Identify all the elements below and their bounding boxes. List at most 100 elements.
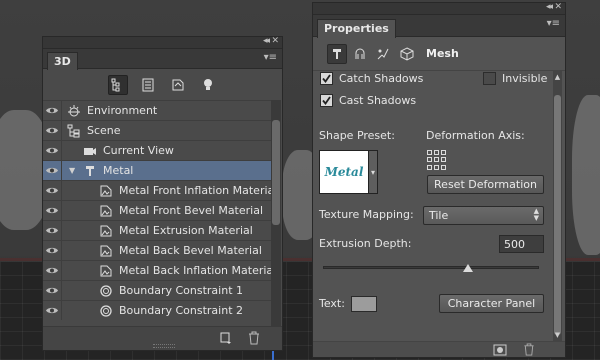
reset-deformation-button[interactable]: Reset Deformation	[427, 175, 544, 194]
tree-row-label: Metal Front Bevel Material	[119, 204, 264, 217]
material-icon	[99, 204, 113, 218]
visibility-eye-icon[interactable]	[43, 141, 62, 160]
material-icon	[99, 184, 113, 198]
panel-menu-icon[interactable]: ▾≡	[547, 18, 560, 29]
select-updown-icon: ▲ ▼	[533, 207, 539, 222]
shape-preset-preview-text: Metal	[324, 165, 364, 179]
trash-icon[interactable]	[523, 343, 535, 356]
resize-grip[interactable]	[153, 344, 175, 348]
scrollbar-thumb[interactable]	[554, 95, 561, 335]
deformation-axis-label: Deformation Axis:	[426, 129, 525, 142]
visibility-eye-icon[interactable]	[43, 221, 62, 240]
tree-row-label: Environment	[87, 104, 158, 117]
coordinates-tab-icon[interactable]	[397, 44, 417, 64]
expand-triangle-icon[interactable]: ▼	[69, 166, 79, 176]
tree-scrollbar[interactable]	[271, 100, 281, 328]
deform-tab-icon[interactable]	[350, 44, 370, 64]
cap-tab-icon[interactable]	[373, 44, 393, 64]
panel-footer	[313, 341, 565, 357]
deformation-axis-grid[interactable]	[427, 150, 447, 170]
shape-preset-dropdown-icon[interactable]: ▾	[368, 150, 378, 194]
tree-row[interactable]: Metal Extrusion Material	[43, 220, 272, 240]
visibility-eye-icon[interactable]	[43, 301, 62, 320]
section-title: Mesh	[426, 47, 459, 60]
tree-row-label: Boundary Constraint 1	[119, 284, 243, 297]
scrollbar-thumb[interactable]	[272, 120, 280, 225]
text-label: Text:	[319, 297, 345, 310]
tree-row[interactable]: Metal Back Inflation Material	[43, 260, 276, 280]
panel-collapse-bar[interactable]: ◂◂ ✕	[313, 2, 565, 15]
texture-mapping-value: Tile	[429, 209, 449, 222]
tree-row[interactable]: Boundary Constraint 1	[43, 280, 272, 300]
cast-shadows-label: Cast Shadows	[339, 94, 417, 107]
invisible-checkbox[interactable]	[483, 72, 496, 85]
panel-tab-bar: Properties ▾≡	[313, 15, 565, 38]
cast-shadows-checkbox[interactable]	[320, 94, 333, 107]
close-icon[interactable]: ✕	[554, 2, 562, 12]
scene-filter-icon[interactable]	[107, 75, 128, 95]
render-fragment-far	[572, 95, 600, 255]
tree-row[interactable]: Metal Front Bevel Material	[43, 200, 272, 220]
collapse-icon[interactable]: ◂◂	[546, 2, 553, 12]
visibility-eye-icon[interactable]	[43, 241, 62, 260]
visibility-eye-icon[interactable]	[43, 261, 62, 280]
tree-row[interactable]: Scene	[43, 120, 272, 140]
light-filter-icon[interactable]	[198, 75, 218, 95]
catch-shadows-checkbox[interactable]	[320, 72, 333, 85]
tree-row-label: Metal	[103, 164, 134, 177]
mask-icon[interactable]	[493, 344, 507, 356]
material-icon	[99, 264, 113, 278]
extrusion-depth-slider[interactable]	[323, 266, 539, 269]
close-icon[interactable]: ✕	[271, 36, 279, 46]
properties-panel: ◂◂ ✕ Properties ▾≡ Mesh Catch Shadows In…	[312, 2, 566, 358]
scroll-down-icon[interactable]: ▼	[553, 331, 562, 339]
tree-row[interactable]: Metal Front Inflation Material	[43, 180, 277, 200]
panel-collapse-bar[interactable]: ◂◂ ✕	[43, 36, 282, 49]
environment-icon	[67, 104, 81, 118]
visibility-eye-icon[interactable]	[43, 161, 62, 180]
visibility-eye-icon[interactable]	[43, 281, 62, 300]
extrusion-depth-label: Extrusion Depth:	[319, 237, 412, 250]
collapse-icon[interactable]: ◂◂	[263, 36, 270, 46]
visibility-eye-icon[interactable]	[43, 201, 62, 220]
mesh-filter-icon[interactable]	[138, 75, 158, 95]
material-filter-icon[interactable]	[168, 75, 188, 95]
catch-shadows-label: Catch Shadows	[339, 72, 424, 85]
add-new-icon[interactable]	[219, 331, 235, 345]
scroll-up-icon[interactable]: ▲	[553, 73, 562, 81]
visibility-eye-icon[interactable]	[43, 181, 62, 200]
text-color-swatch[interactable]	[351, 296, 377, 312]
visibility-eye-icon[interactable]	[43, 121, 62, 140]
character-panel-button[interactable]: Character Panel	[439, 294, 544, 313]
texture-mapping-select[interactable]: Tile ▲ ▼	[423, 206, 544, 225]
extrusion-depth-input[interactable]: 500	[499, 235, 544, 253]
3d-panel: ◂◂ ✕ 3D ▾≡ Environment Scene Current View ▼…	[42, 36, 283, 351]
tree-row[interactable]: Boundary Constraint 2	[43, 300, 272, 320]
tree-row-label: Boundary Constraint 2	[119, 304, 243, 317]
scene-tree: Environment Scene Current View ▼ Metal Metal …	[43, 100, 277, 320]
material-icon	[99, 244, 113, 258]
properties-header: Mesh	[313, 37, 565, 71]
tree-row-label: Metal Front Inflation Material	[119, 184, 278, 197]
tree-row[interactable]: Metal Back Bevel Material	[43, 240, 272, 260]
panel-menu-icon[interactable]: ▾≡	[264, 52, 277, 63]
tab-3d[interactable]: 3D	[47, 52, 78, 70]
tree-row-label: Current View	[103, 144, 174, 157]
scene-icon	[67, 124, 81, 138]
constraint-icon	[99, 284, 113, 298]
invisible-label: Invisible	[502, 72, 548, 85]
tree-row[interactable]: ▼ Metal	[43, 160, 272, 180]
shape-preset-thumbnail[interactable]: Metal	[319, 150, 369, 194]
properties-scrollbar[interactable]: ▲ ▼	[553, 71, 562, 341]
tree-row[interactable]: Current View	[43, 140, 272, 160]
mesh-icon	[83, 164, 97, 178]
tree-row[interactable]: Environment	[43, 100, 272, 120]
extrusion-depth-slider-thumb[interactable]	[462, 264, 473, 272]
visibility-eye-icon[interactable]	[43, 101, 62, 120]
trash-icon[interactable]	[248, 331, 260, 345]
panel-tab-bar: 3D ▾≡	[43, 49, 282, 70]
mesh-tab-icon[interactable]	[327, 44, 347, 64]
tree-row-label: Metal Back Inflation Material	[119, 264, 277, 277]
tab-properties[interactable]: Properties	[317, 19, 396, 38]
material-icon	[99, 224, 113, 238]
